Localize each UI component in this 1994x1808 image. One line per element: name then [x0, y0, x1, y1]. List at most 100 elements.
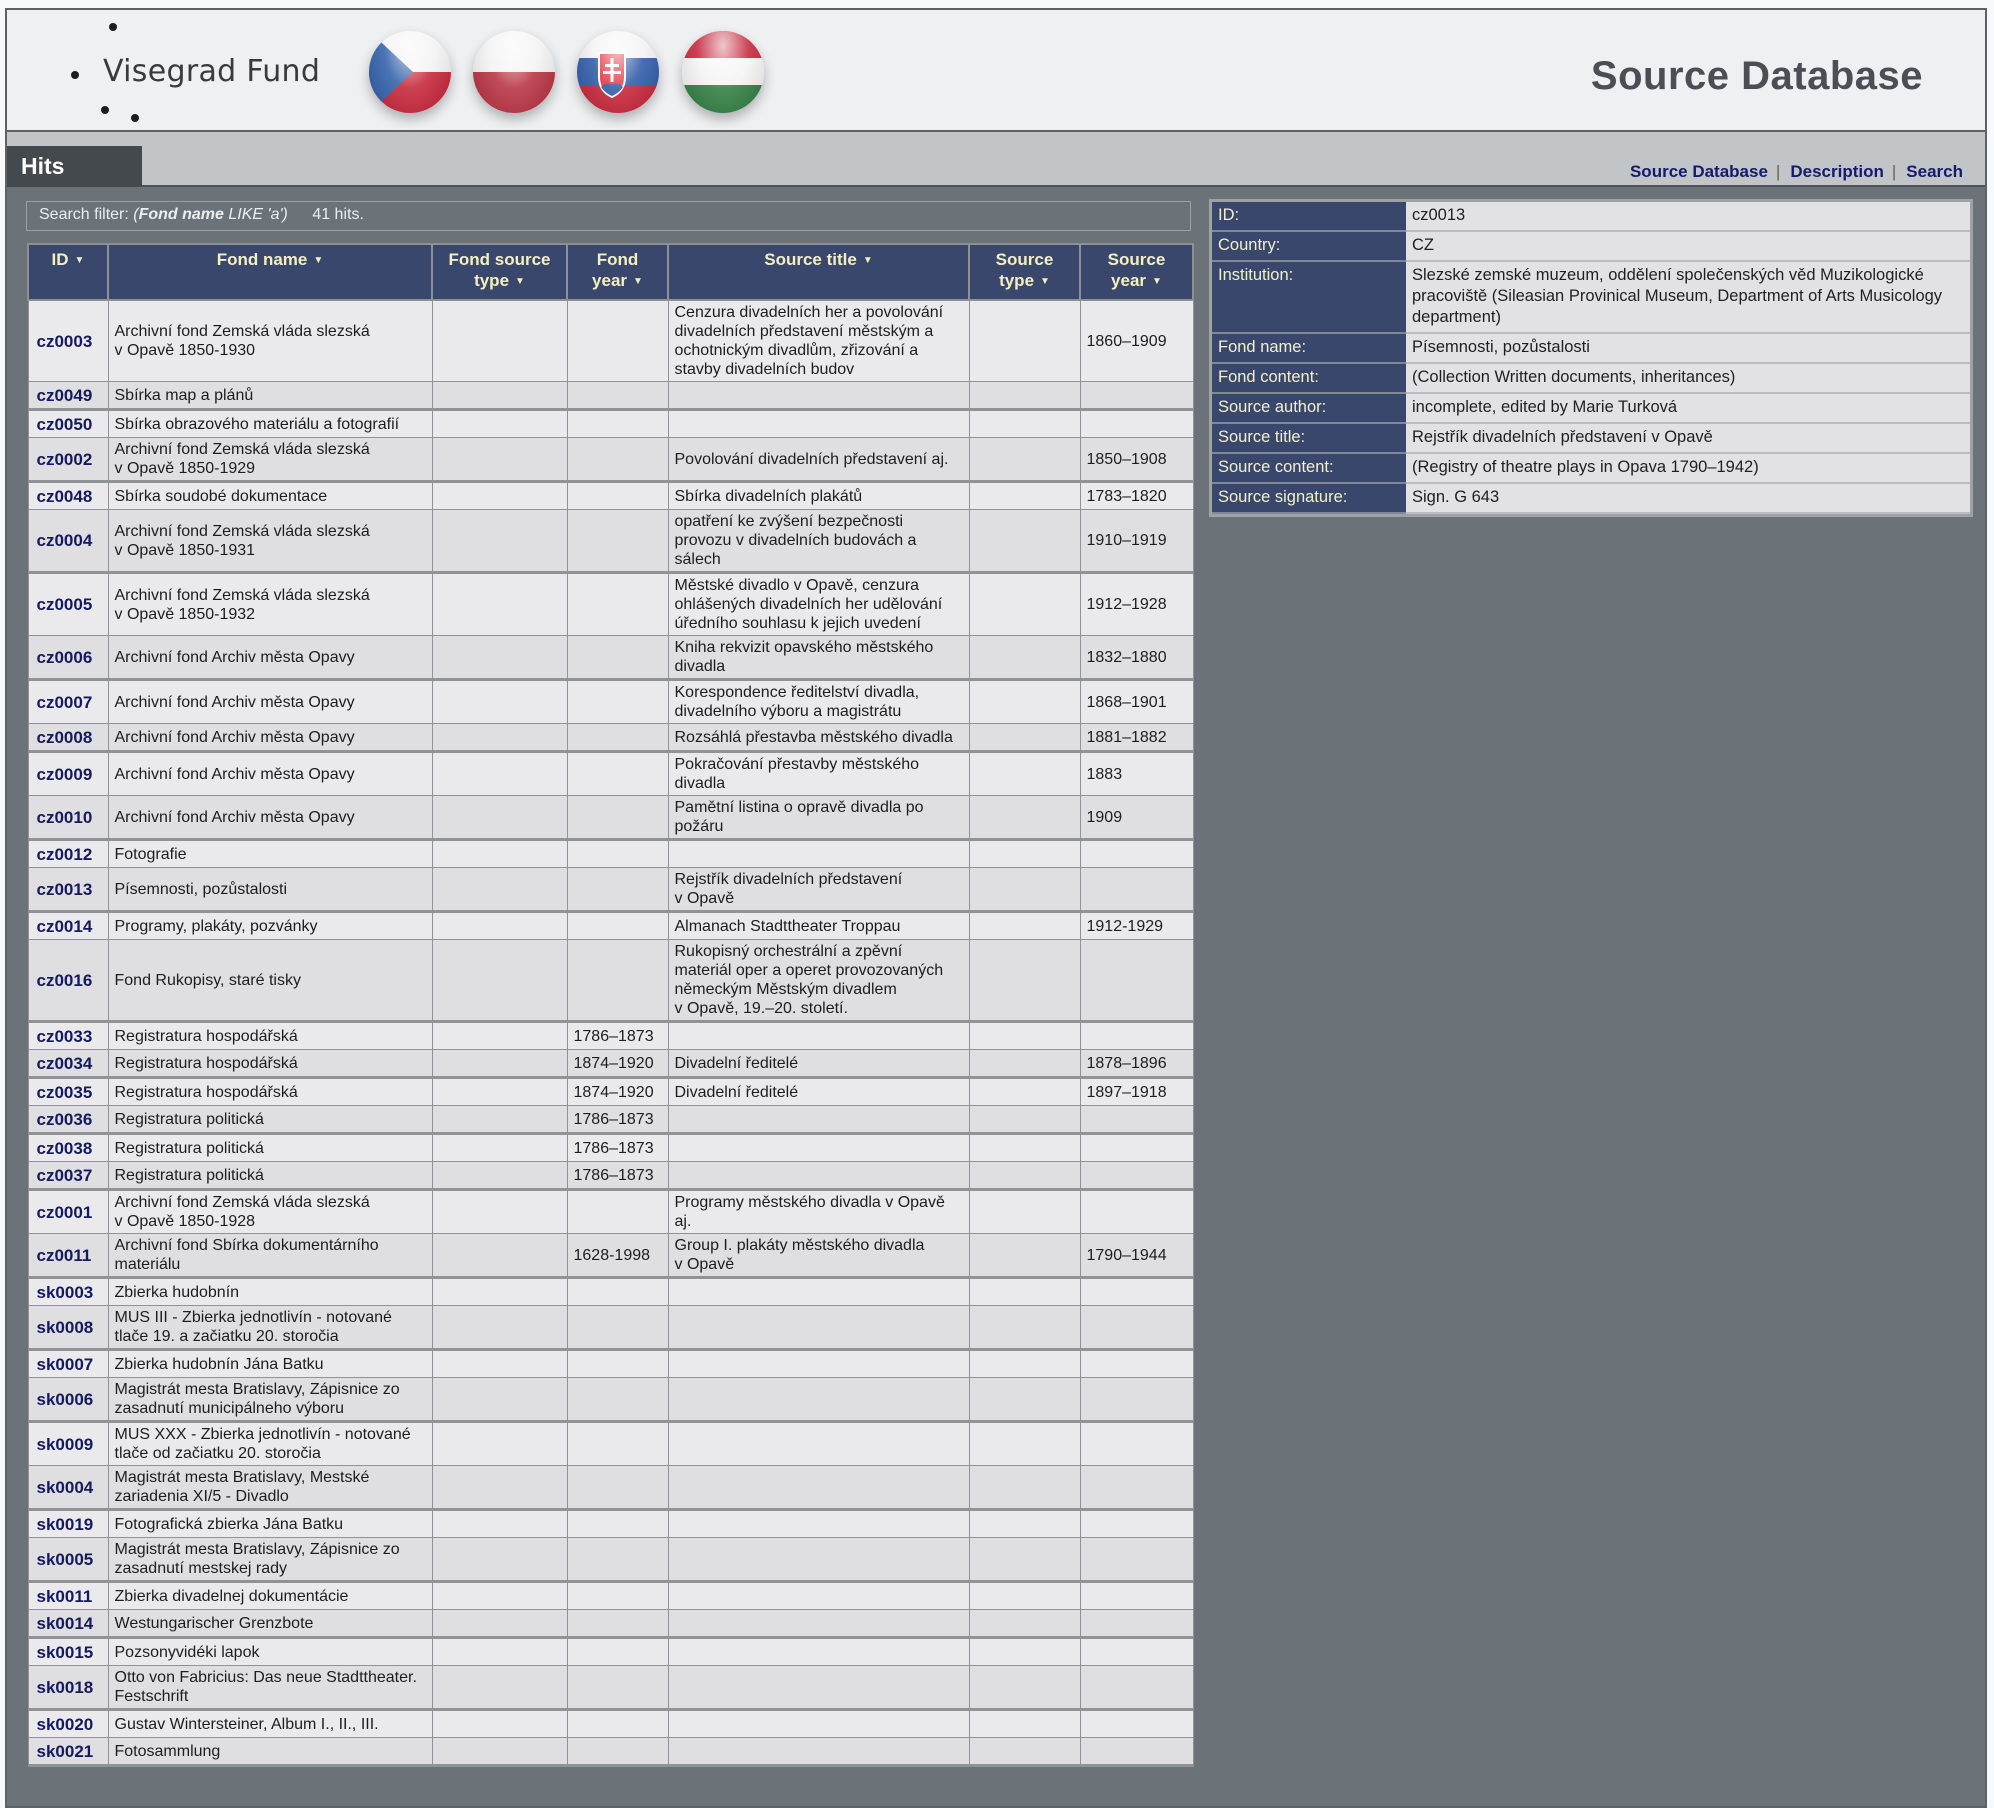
table-row[interactable]: cz0002 Archivní fond Zemská vláda slezská… [27, 437, 1194, 482]
table-row[interactable]: cz0008 Archivní fond Archiv města Opavy Ro… [27, 723, 1194, 752]
table-row[interactable]: cz0037 Registratura politická 1786–1873 [27, 1161, 1194, 1190]
cell-id[interactable]: cz0014 [27, 911, 109, 940]
column-header-fond-year[interactable]: Fond year ▼ [566, 243, 669, 301]
cell-id[interactable]: sk0005 [27, 1537, 109, 1582]
hungary-flag-icon[interactable] [682, 31, 764, 113]
table-row[interactable]: cz0033 Registratura hospodářská 1786–1873 [27, 1021, 1194, 1050]
table-row[interactable]: sk0011 Zbierka divadelnej dokumentácie [27, 1581, 1194, 1610]
nav-link-description[interactable]: Description [1790, 162, 1884, 181]
column-header-fond-source-type[interactable]: Fond source type ▼ [431, 243, 568, 301]
table-row[interactable]: sk0005 Magistrát mesta Bratislavy, Zápisn… [27, 1537, 1194, 1582]
table-row[interactable]: cz0010 Archivní fond Archiv města Opavy Pa… [27, 795, 1194, 840]
table-row[interactable]: cz0038 Registratura politická 1786–1873 [27, 1133, 1194, 1162]
cell-id[interactable]: cz0002 [27, 437, 109, 482]
nav-link-source-database[interactable]: Source Database [1630, 162, 1768, 181]
sort-arrow-icon[interactable]: ▼ [1040, 276, 1050, 287]
cell-id[interactable]: cz0035 [27, 1077, 109, 1106]
cell-id[interactable]: cz0007 [27, 679, 109, 724]
cell-id[interactable]: sk0021 [27, 1737, 109, 1766]
cell-id[interactable]: sk0019 [27, 1509, 109, 1538]
table-row[interactable]: cz0050 Sbírka obrazového materiálu a foto… [27, 409, 1194, 438]
cell-id[interactable]: sk0011 [27, 1581, 109, 1610]
table-row[interactable]: cz0013 Písemnosti, pozůstalosti Rejstřík d… [27, 867, 1194, 912]
table-row[interactable]: cz0049 Sbírka map a plánů [27, 381, 1194, 410]
sort-arrow-icon[interactable]: ▼ [863, 255, 873, 266]
visegrad-fund-logo[interactable]: Visegrad Fund [7, 10, 327, 132]
table-row[interactable]: cz0011 Archivní fond Sbírka dokumentárníh… [27, 1233, 1194, 1278]
table-row[interactable]: sk0014 Westungarischer Grenzbote [27, 1609, 1194, 1638]
slovakia-flag-icon[interactable] [577, 31, 659, 113]
table-row[interactable]: sk0009 MUS XXX - Zbierka jednotlivín - no… [27, 1421, 1194, 1466]
column-header-source-type[interactable]: Source type ▼ [968, 243, 1081, 301]
sort-arrow-icon[interactable]: ▼ [1152, 276, 1162, 287]
table-row[interactable]: cz0001 Archivní fond Zemská vláda slezská… [27, 1189, 1194, 1234]
cell-id[interactable]: cz0013 [27, 867, 109, 912]
cell-id[interactable]: sk0004 [27, 1465, 109, 1510]
table-row[interactable]: sk0021 Fotosammlung [27, 1737, 1194, 1766]
table-row[interactable]: sk0008 MUS III - Zbierka jednotlivín - no… [27, 1305, 1194, 1350]
table-row[interactable]: cz0035 Registratura hospodářská 1874–1920 D… [27, 1077, 1194, 1106]
table-row[interactable]: sk0015 Pozsonyvidéki lapok [27, 1637, 1194, 1666]
table-row[interactable]: sk0004 Magistrát mesta Bratislavy, Mestsk… [27, 1465, 1194, 1510]
tab-hits[interactable]: Hits [7, 146, 142, 187]
cell-id[interactable]: cz0049 [27, 381, 109, 410]
table-row[interactable]: cz0003 Archivní fond Zemská vláda slezská… [27, 299, 1194, 382]
cell-id[interactable]: cz0005 [27, 572, 109, 636]
cell-id[interactable]: sk0003 [27, 1277, 109, 1306]
table-row[interactable]: cz0016 Fond Rukopisy, staré tisky Rukopisn… [27, 939, 1194, 1022]
cell-id[interactable]: cz0008 [27, 723, 109, 752]
table-row[interactable]: sk0019 Fotografická zbierka Jána Batku [27, 1509, 1194, 1538]
table-row[interactable]: cz0048 Sbírka soudobé dokumentace Sbírka d… [27, 481, 1194, 510]
table-row[interactable]: sk0020 Gustav Wintersteiner, Album I., II… [27, 1709, 1194, 1738]
cell-id[interactable]: cz0010 [27, 795, 109, 840]
cell-id[interactable]: cz0009 [27, 751, 109, 796]
table-row[interactable]: cz0014 Programy, plakáty, pozvánky Almanac… [27, 911, 1194, 940]
cell-id[interactable]: cz0016 [27, 939, 109, 1022]
cell-id[interactable]: sk0015 [27, 1637, 109, 1666]
sort-arrow-icon[interactable]: ▼ [75, 255, 85, 266]
column-header-source-title[interactable]: Source title ▼ [667, 243, 970, 301]
cell-id[interactable]: cz0050 [27, 409, 109, 438]
navbar: Hits Source Database | Description | Search [7, 132, 1985, 187]
table-row[interactable]: cz0007 Archivní fond Archiv města Opavy Ko… [27, 679, 1194, 724]
table-row[interactable]: sk0018 Otto von Fabricius: Das neue Stadt… [27, 1665, 1194, 1710]
cell-id[interactable]: sk0008 [27, 1305, 109, 1350]
cell-id[interactable]: sk0014 [27, 1609, 109, 1638]
cell-id[interactable]: cz0012 [27, 839, 109, 868]
cell-id[interactable]: sk0007 [27, 1349, 109, 1378]
table-row[interactable]: cz0036 Registratura politická 1786–1873 [27, 1105, 1194, 1134]
column-header-id[interactable]: ID ▼ [27, 243, 109, 301]
cell-id[interactable]: cz0003 [27, 299, 109, 382]
column-header-fond-name[interactable]: Fond name ▼ [107, 243, 433, 301]
cell-id[interactable]: cz0011 [27, 1233, 109, 1278]
cell-id[interactable]: cz0038 [27, 1133, 109, 1162]
cell-id[interactable]: sk0006 [27, 1377, 109, 1422]
table-row[interactable]: sk0003 Zbierka hudobnín [27, 1277, 1194, 1306]
czech-flag-icon[interactable] [369, 31, 451, 113]
nav-link-search[interactable]: Search [1906, 162, 1963, 181]
cell-id[interactable]: cz0037 [27, 1161, 109, 1190]
cell-id[interactable]: cz0033 [27, 1021, 109, 1050]
sort-arrow-icon[interactable]: ▼ [633, 276, 643, 287]
table-row[interactable]: cz0006 Archivní fond Archiv města Opavy Kn… [27, 635, 1194, 680]
column-header-source-year[interactable]: Source year ▼ [1079, 243, 1194, 301]
cell-id[interactable]: cz0036 [27, 1105, 109, 1134]
table-row[interactable]: cz0005 Archivní fond Zemská vláda slezská… [27, 572, 1194, 636]
table-row[interactable]: cz0009 Archivní fond Archiv města Opavy Po… [27, 751, 1194, 796]
cell-id[interactable]: cz0048 [27, 481, 109, 510]
poland-flag-icon[interactable] [473, 31, 555, 113]
cell-id[interactable]: cz0006 [27, 635, 109, 680]
cell-id[interactable]: cz0001 [27, 1189, 109, 1234]
sort-arrow-icon[interactable]: ▼ [515, 276, 525, 287]
cell-id[interactable]: sk0009 [27, 1421, 109, 1466]
sort-arrow-icon[interactable]: ▼ [313, 255, 323, 266]
table-row[interactable]: sk0007 Zbierka hudobnín Jána Batku [27, 1349, 1194, 1378]
table-row[interactable]: cz0034 Registratura hospodářská 1874–1920 D… [27, 1049, 1194, 1078]
table-row[interactable]: sk0006 Magistrát mesta Bratislavy, Zápisn… [27, 1377, 1194, 1422]
cell-id[interactable]: sk0018 [27, 1665, 109, 1710]
cell-id[interactable]: cz0034 [27, 1049, 109, 1078]
cell-id[interactable]: cz0004 [27, 509, 109, 573]
table-row[interactable]: cz0004 Archivní fond Zemská vláda slezská… [27, 509, 1194, 573]
cell-id[interactable]: sk0020 [27, 1709, 109, 1738]
table-row[interactable]: cz0012 Fotografie [27, 839, 1194, 868]
